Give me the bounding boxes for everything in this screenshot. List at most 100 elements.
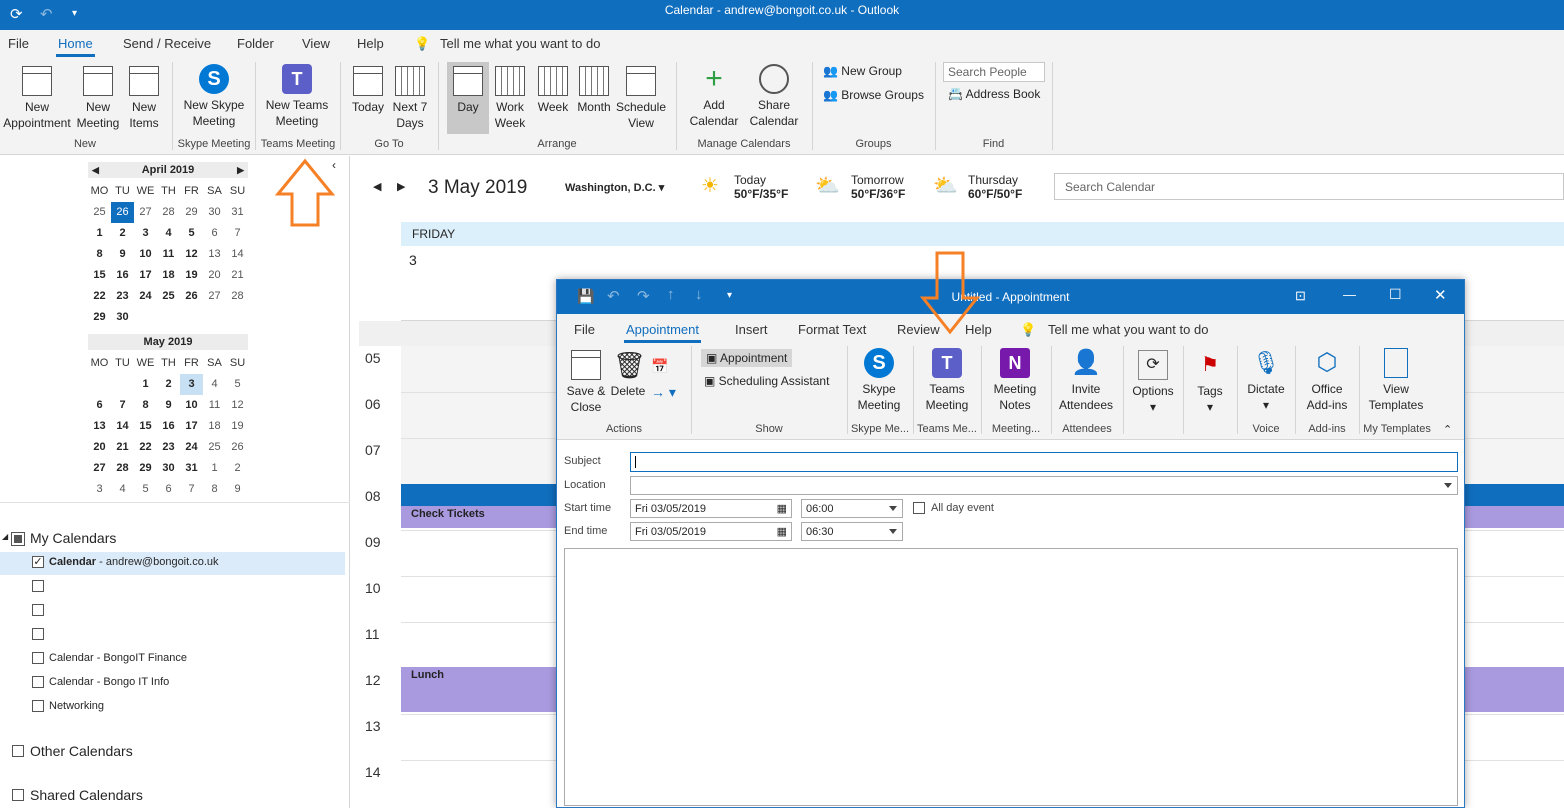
tell-me-search[interactable]: Tell me what you want to do — [440, 36, 600, 51]
start-time-input[interactable]: 06:00 — [801, 499, 903, 518]
date-cell[interactable]: 26 — [226, 437, 249, 458]
date-cell[interactable]: 30 — [203, 202, 226, 223]
tags-button[interactable]: ⚑ Tags ▾ — [1187, 350, 1233, 415]
networking-checkbox[interactable] — [32, 700, 44, 712]
date-cell[interactable]: 28 — [157, 202, 180, 223]
date-cell[interactable]: 14 — [111, 416, 134, 437]
date-cell[interactable]: 22 — [134, 437, 157, 458]
tell-me-search[interactable]: Tell me what you want to do — [1048, 322, 1208, 337]
date-cell[interactable]: 2 — [226, 458, 249, 479]
calendar-picker-icon[interactable]: ▦ — [777, 523, 787, 541]
date-cell[interactable]: 17 — [180, 416, 203, 437]
date-cell[interactable]: 9 — [226, 479, 249, 500]
date-cell[interactable]: 24 — [134, 286, 157, 307]
date-cell[interactable]: 28 — [111, 458, 134, 479]
end-time-input[interactable]: 06:30 — [801, 522, 903, 541]
date-cell[interactable]: 2 — [157, 374, 180, 395]
forward-icon[interactable]: → ▾ — [651, 384, 676, 401]
date-cell[interactable]: 7 — [180, 479, 203, 500]
date-cell[interactable]: 4 — [203, 374, 226, 395]
date-cell[interactable]: 6 — [203, 223, 226, 244]
tab-file[interactable]: File — [8, 36, 29, 51]
date-cell[interactable]: 30 — [157, 458, 180, 479]
location-dropdown-icon[interactable] — [1444, 483, 1452, 488]
info-checkbox[interactable] — [32, 676, 44, 688]
view-templates-button[interactable]: View Templates — [1363, 348, 1429, 413]
scheduling-assistant-button[interactable]: ▣ Scheduling Assistant — [704, 374, 829, 388]
tab-folder[interactable]: Folder — [237, 36, 274, 51]
new-items-button[interactable]: New Items — [122, 66, 166, 131]
next-day-icon[interactable]: ▶ — [397, 180, 405, 193]
date-cell[interactable]: 6 — [88, 395, 111, 416]
date-cell[interactable]: 21 — [226, 265, 249, 286]
date-cell[interactable]: 8 — [203, 479, 226, 500]
date-cell[interactable]: 5 — [226, 374, 249, 395]
date-cell[interactable]: 18 — [157, 265, 180, 286]
today-button[interactable]: Today — [348, 66, 388, 115]
date-cell[interactable]: 24 — [180, 437, 203, 458]
search-people-input[interactable]: Search People — [943, 62, 1045, 82]
date-cell[interactable]: 1 — [134, 374, 157, 395]
work-week-button[interactable]: Work Week — [490, 66, 530, 131]
invite-attendees-button[interactable]: 👤 Invite Attendees — [1055, 348, 1117, 413]
tab-send-receive[interactable]: Send / Receive — [123, 36, 211, 51]
date-cell[interactable]: 8 — [88, 244, 111, 265]
location-input[interactable] — [630, 476, 1458, 495]
tab-view[interactable]: View — [302, 36, 330, 51]
maximize-icon[interactable]: ☐ — [1389, 286, 1402, 303]
date-cell[interactable]: 9 — [111, 244, 134, 265]
date-cell[interactable]: 8 — [134, 395, 157, 416]
date-cell[interactable]: 29 — [134, 458, 157, 479]
start-date-input[interactable]: Fri 03/05/2019 ▦ — [630, 499, 792, 518]
info-calendar-label[interactable]: Calendar - Bongo IT Info — [49, 676, 169, 688]
date-cell[interactable]: 15 — [88, 265, 111, 286]
date-cell[interactable]: 11 — [157, 244, 180, 265]
date-cell[interactable]: 19 — [226, 416, 249, 437]
tab-home[interactable]: Home — [56, 36, 95, 57]
delete-button[interactable]: 🗑 Delete — [609, 350, 647, 399]
start-time-dropdown-icon[interactable] — [889, 506, 897, 511]
date-cell[interactable]: 20 — [203, 265, 226, 286]
prev-day-icon[interactable]: ◀ — [373, 180, 381, 193]
skype-meeting-button[interactable]: S Skype Meeting — [849, 348, 909, 413]
date-cell[interactable]: 23 — [157, 437, 180, 458]
tab-insert[interactable]: Insert — [735, 322, 768, 337]
other-calendars-heading[interactable]: Other Calendars — [30, 743, 133, 759]
meeting-notes-button[interactable]: N Meeting Notes — [985, 348, 1045, 413]
options-button[interactable]: ⟳ Options ▾ — [1127, 350, 1179, 415]
date-cell[interactable]: 2 — [111, 223, 134, 244]
tab-appointment[interactable]: Appointment — [624, 322, 701, 343]
collapse-ribbon-icon[interactable]: ⌃ — [1443, 423, 1452, 436]
date-cell[interactable]: 28 — [226, 286, 249, 307]
my-calendars-checkbox[interactable] — [11, 532, 25, 546]
date-cell[interactable]: 1 — [203, 458, 226, 479]
next-7-days-button[interactable]: Next 7 Days — [390, 66, 430, 131]
date-cell[interactable]: 10 — [134, 244, 157, 265]
weather-location[interactable]: Washington, D.C. ▾ — [565, 181, 664, 194]
calendar-checkbox[interactable]: ✓ — [32, 556, 44, 568]
finance-calendar-label[interactable]: Calendar - BongoIT Finance — [49, 652, 187, 664]
close-icon[interactable]: ✕ — [1434, 286, 1447, 304]
dictate-button[interactable]: 🎙 Dictate ▾ — [1241, 348, 1291, 413]
date-cell[interactable]: 31 — [180, 458, 203, 479]
date-cell[interactable]: 26 — [111, 202, 134, 223]
date-cell[interactable]: 25 — [88, 202, 111, 223]
date-cell[interactable]: 10 — [180, 395, 203, 416]
date-cell[interactable]: 31 — [226, 202, 249, 223]
date-cell[interactable]: 11 — [203, 395, 226, 416]
new-meeting-button[interactable]: New Meeting — [74, 66, 122, 131]
date-cell[interactable]: 4 — [157, 223, 180, 244]
appointment-view-button[interactable]: ▣ Appointment — [701, 349, 793, 367]
next-month-icon[interactable]: ▶ — [237, 162, 244, 178]
tab-file[interactable]: File — [574, 322, 595, 337]
month-button[interactable]: Month — [574, 66, 614, 115]
date-cell[interactable]: 6 — [157, 479, 180, 500]
calendar-checkbox[interactable] — [32, 580, 44, 592]
date-cell[interactable]: 1 — [88, 223, 111, 244]
browse-groups-button[interactable]: 👥 Browse Groups — [823, 88, 924, 102]
date-cell[interactable]: 5 — [180, 223, 203, 244]
date-cell[interactable]: 13 — [203, 244, 226, 265]
date-cell[interactable]: 13 — [88, 416, 111, 437]
date-cell[interactable]: 27 — [134, 202, 157, 223]
new-skype-meeting-button[interactable]: S New Skype Meeting — [178, 64, 250, 129]
